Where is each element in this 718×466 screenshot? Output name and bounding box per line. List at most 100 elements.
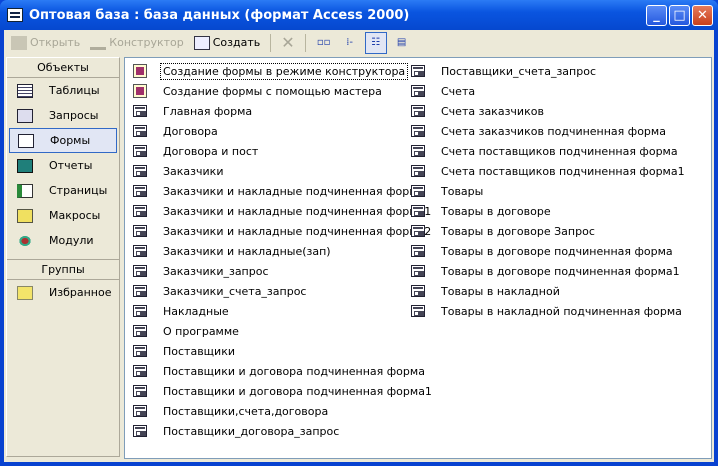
list-item[interactable]: Товары в договоре подчиненная форма [403,241,687,261]
list-item[interactable]: Заказчики_запрос [125,261,434,281]
form-icon [411,65,425,77]
list-item[interactable]: Заказчики [125,161,434,181]
list-item-label: Счета поставщиков подчиненная форма1 [441,164,685,178]
list-item[interactable]: Товары в договоре Запрос [403,221,687,241]
list-item[interactable]: Товары в договоре [403,201,687,221]
list-item[interactable]: Поставщики [125,341,434,361]
list-item[interactable]: Создание формы в режиме конструктора [125,61,434,81]
create-button[interactable]: Создать [191,32,264,54]
list-item-label: Заказчики и накладные(зап) [163,244,331,258]
list-item[interactable]: Заказчики и накладные подчиненная форма2 [125,221,434,241]
new-icon [193,35,210,50]
shortcut-icon [133,64,147,78]
list-item[interactable]: Договора и пост [125,141,434,161]
form-icon [133,325,147,337]
form-icon [411,185,425,197]
list-item-label: Создание формы с помощью мастера [163,84,382,98]
list-item[interactable]: Счета заказчиков подчиненная форма [403,121,687,141]
list-item[interactable]: Создание формы с помощью мастера [125,81,434,101]
form-icon [133,205,147,217]
list-item-label: Заказчики [163,164,224,178]
form-icon [411,165,425,177]
design-button[interactable]: Конструктор [87,32,186,54]
close-button[interactable]: ✕ [692,5,713,26]
list-item[interactable]: Главная форма [125,101,434,121]
details-view-button[interactable]: ▤ [391,32,413,54]
forms-list: Создание формы в режиме конструктора Созд… [124,57,712,459]
objects-bar: Объекты Таблицы Запросы Формы Отчеты Стр… [6,57,120,457]
module-icon [17,233,33,248]
form-icon [133,225,147,237]
open-button[interactable]: Открыть [8,32,83,54]
list-item-label: Поставщики,счета,договора [163,404,329,418]
list-item[interactable]: Заказчики и накладные подчиненная форма [125,181,434,201]
list-item[interactable]: Договора [125,121,434,141]
list-item[interactable]: Заказчики_счета_запрос [125,281,434,301]
form-icon [411,305,425,317]
list-item[interactable]: Счета заказчиков [403,101,687,121]
form-icon [411,285,425,297]
sidebar-item-modules[interactable]: Модули [9,228,117,253]
list-item[interactable]: Счета [403,81,687,101]
open-icon [11,35,27,50]
list-item[interactable]: Накладные [125,301,434,321]
list-item-label: Товары [441,184,484,198]
report-icon [17,158,33,173]
list-item-label: Главная форма [163,104,253,118]
maximize-button[interactable]: □ [669,5,690,26]
form-icon [133,405,147,417]
list-item-label: Накладные [163,304,229,318]
database-icon [7,8,23,22]
list-item[interactable]: О программе [125,321,434,341]
query-icon [17,108,33,123]
shortcut-icon [133,84,147,98]
form-icon [411,225,425,237]
table-icon [17,83,33,98]
list-item[interactable]: Счета поставщиков подчиненная форма [403,141,687,161]
list-item[interactable]: Заказчики и накладные(зап) [125,241,434,261]
list-item-label: Договора и пост [163,144,259,158]
list-item[interactable]: Поставщики и договора подчиненная форма1 [125,381,434,401]
list-item-label: Поставщики_счета_запрос [441,64,596,78]
list-item-label: Заказчики_запрос [163,264,269,278]
list-item[interactable]: Поставщики_договора_запрос [125,421,434,441]
sidebar-item-macros[interactable]: Макросы [9,203,117,228]
list-item[interactable]: Товары в накладной [403,281,687,301]
list-item[interactable]: Заказчики и накладные подчиненная форма1 [125,201,434,221]
sidebar-item-reports[interactable]: Отчеты [9,153,117,178]
minimize-button[interactable]: _ [646,5,667,26]
list-item-label: Договора [163,124,218,138]
list-item[interactable]: Товары в накладной подчиненная форма [403,301,687,321]
list-item[interactable]: Поставщики и договора подчиненная форма [125,361,434,381]
sidebar-item-forms[interactable]: Формы [9,128,117,153]
objects-header[interactable]: Объекты [7,58,119,78]
list-item[interactable]: Товары [403,181,687,201]
list-item[interactable]: Поставщики,счета,договора [125,401,434,421]
toolbar: Открыть Конструктор Создать ✕ ▫▫ ⁞- ☷ ▤ [4,30,714,55]
form-icon [133,185,147,197]
window-title: Оптовая база : база данных (формат Acces… [29,7,410,23]
list-item-label: Поставщики [163,344,235,358]
title-bar: Оптовая база : база данных (формат Acces… [0,0,718,30]
list-item[interactable]: Товары в договоре подчиненная форма1 [403,261,687,281]
sidebar-item-queries[interactable]: Запросы [9,103,117,128]
groups-header[interactable]: Группы [7,260,119,280]
list-item[interactable]: Поставщики_счета_запрос [403,61,687,81]
form-icon [133,265,147,277]
list-item-label: Товары в договоре [441,204,551,218]
delete-button[interactable]: ✕ [278,32,297,54]
list-item-label: Товары в договоре подчиненная форма1 [441,264,680,278]
list-item[interactable]: Счета поставщиков подчиненная форма1 [403,161,687,181]
sidebar-item-tables[interactable]: Таблицы [9,78,117,103]
form-icon [133,365,147,377]
list-view-button[interactable]: ☷ [364,31,387,54]
list-item-label: Счета заказчиков [441,104,544,118]
small-icons-view-button[interactable]: ⁞- [339,32,361,54]
sidebar-item-pages[interactable]: Страницы [9,178,117,203]
list-item-label: Создание формы в режиме конструктора [159,62,409,80]
large-icons-view-button[interactable]: ▫▫ [313,32,335,54]
form-icon [411,205,425,217]
form-icon [411,145,425,157]
sidebar-item-favorites[interactable]: Избранное [9,280,117,305]
form-icon [133,245,147,257]
